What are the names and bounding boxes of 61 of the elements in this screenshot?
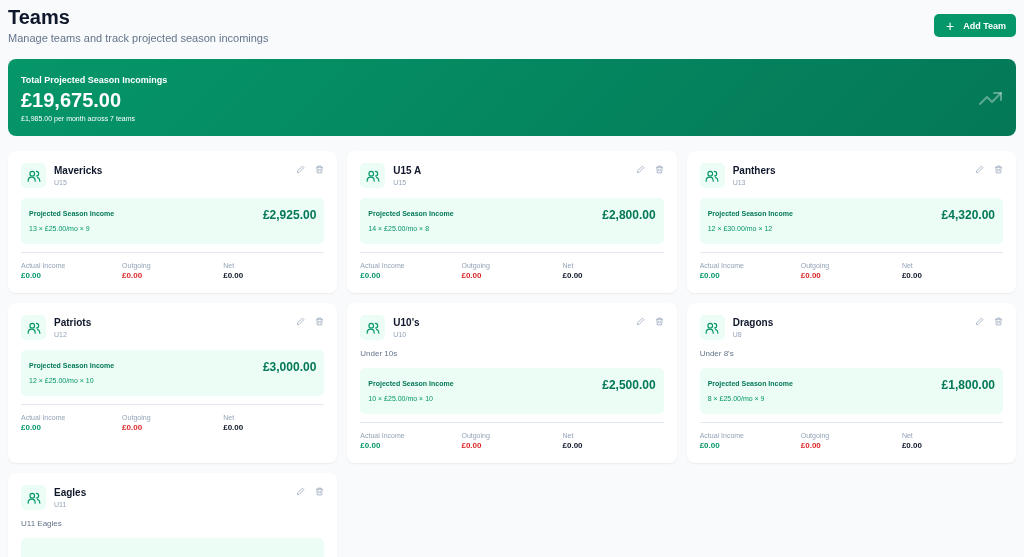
stat-value: £0.00	[699, 271, 721, 280]
users-icon	[365, 320, 380, 335]
projected-amount: £4,320.00	[941, 208, 995, 224]
team-name: Panthers	[732, 165, 776, 176]
delete-icon[interactable]	[315, 317, 325, 326]
stat-value: £0.00	[122, 423, 144, 432]
summary-amount: £19,675.00	[21, 88, 123, 112]
edit-icon[interactable]	[296, 165, 306, 174]
stat-value: £0.00	[901, 441, 923, 450]
stat-value: £0.00	[360, 271, 382, 280]
team-name: U10's	[393, 317, 420, 328]
edit-icon[interactable]	[296, 317, 306, 326]
edit-icon[interactable]	[296, 487, 306, 496]
page-subtitle: Manage teams and track projected season incomings	[8, 32, 269, 44]
team-name: U15 A	[393, 165, 422, 176]
users-icon	[705, 168, 720, 183]
trend-up-icon	[979, 90, 1003, 106]
users-icon	[26, 490, 41, 505]
stat-value: £0.00	[800, 441, 822, 450]
stat-value: £0.00	[21, 423, 43, 432]
stat-value: £0.00	[800, 271, 822, 280]
stat-value: £0.00	[223, 271, 245, 280]
stat-value: £0.00	[901, 271, 923, 280]
stat-value: £0.00	[699, 441, 721, 450]
projected-amount: £1,800.00	[941, 378, 995, 394]
team-description: Under 8's	[699, 349, 735, 358]
team-description: U11 Eagles	[21, 519, 63, 528]
summary-label: Total Projected Season Incomings	[21, 74, 168, 85]
stat-value: £0.00	[223, 423, 245, 432]
delete-icon[interactable]	[315, 165, 325, 174]
users-icon	[26, 320, 41, 335]
team-name: Dragons	[732, 317, 774, 328]
delete-icon[interactable]	[654, 165, 664, 174]
stat-value: £0.00	[122, 271, 144, 280]
add-team-button[interactable]: + Add Team	[933, 14, 1016, 37]
team-name: Patriots	[54, 317, 92, 328]
page-title: Teams	[8, 6, 71, 29]
edit-icon[interactable]	[975, 165, 984, 174]
projected-amount: £3,000.00	[262, 360, 317, 376]
stat-value: £0.00	[562, 441, 584, 450]
projected-amount: £2,500.00	[602, 378, 656, 394]
team-name: Eagles	[54, 487, 87, 498]
stat-value: £0.00	[461, 441, 483, 450]
stat-value: £0.00	[562, 271, 584, 280]
delete-icon[interactable]	[994, 165, 1003, 174]
edit-icon[interactable]	[635, 317, 645, 326]
stat-value: £0.00	[461, 271, 483, 280]
users-icon	[705, 320, 720, 335]
team-name: Mavericks	[54, 165, 103, 176]
team-description: Under 10s	[360, 349, 399, 358]
projected-amount: £2,800.00	[602, 208, 656, 224]
edit-icon[interactable]	[975, 317, 984, 326]
users-icon	[365, 168, 380, 183]
edit-icon[interactable]	[635, 165, 645, 174]
stat-value: £0.00	[21, 271, 43, 280]
stat-value: £0.00	[360, 441, 382, 450]
delete-icon[interactable]	[315, 487, 325, 496]
projected-amount: £2,925.00	[262, 208, 317, 224]
delete-icon[interactable]	[654, 317, 664, 326]
users-icon	[26, 168, 41, 183]
delete-icon[interactable]	[994, 317, 1003, 326]
